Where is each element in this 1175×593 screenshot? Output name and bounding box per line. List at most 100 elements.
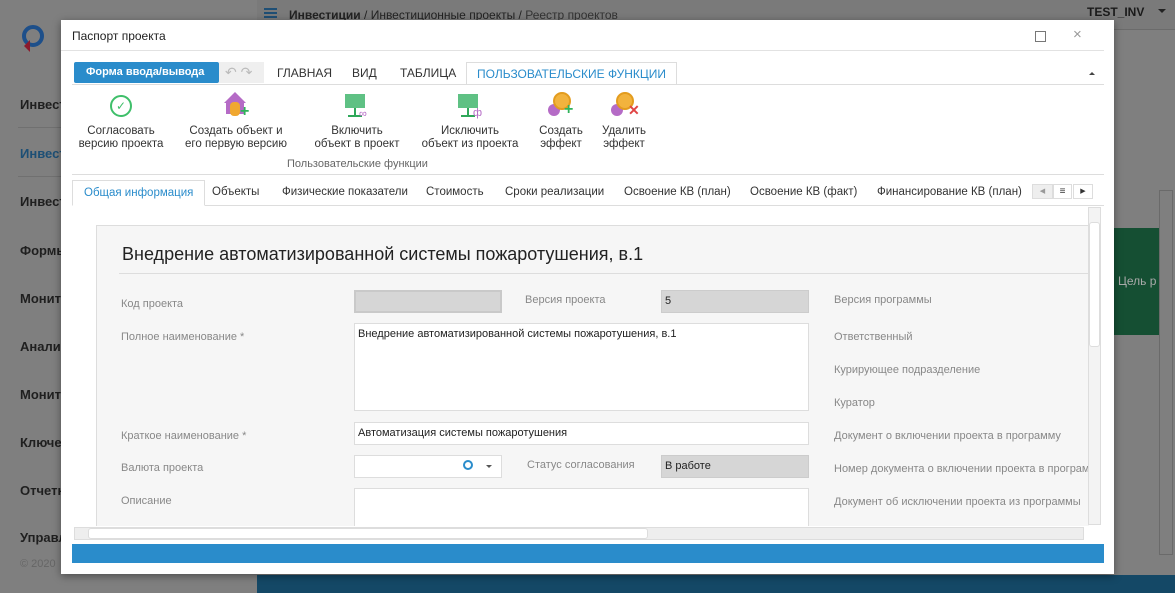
ribbon-tab-view[interactable]: ВИД [342,62,387,85]
ribbon-tab-home[interactable]: ГЛАВНАЯ [267,62,342,85]
include-object-button[interactable]: ∞ Включить объект в проект [307,90,407,151]
version-label: Версия проекта [525,294,606,306]
short-name-field[interactable]: Автоматизация системы пожаротушения [354,422,809,445]
board-link-icon: ∞ [343,92,371,120]
tabs-scroll-right[interactable]: ▶ [1073,184,1093,199]
sidebar-item-active[interactable]: Инвест [20,146,66,161]
form-io-label: Форма ввода/вывода [86,66,205,78]
horizontal-scrollbar[interactable] [74,527,1084,540]
tab-timeline[interactable]: Сроки реализации [494,180,615,206]
board-unlink-icon: ф [456,92,484,120]
code-label: Код проекта [121,298,184,310]
description-label: Описание [121,495,172,507]
logo-arrow [18,40,30,52]
description-textarea[interactable] [354,488,809,526]
background-scrollbar[interactable] [1159,190,1173,555]
sidebar-item[interactable]: Ключе [20,435,62,450]
sidebar-item[interactable]: Управл [20,530,67,545]
tabs-scroll-left[interactable]: ◀ [1032,184,1053,199]
scrollbar-thumb[interactable] [88,528,648,539]
form-io-button[interactable]: Форма ввода/вывода ▼ [74,62,219,98]
tab-general-info[interactable]: Общая информация [72,180,206,206]
card-text: Цель р [1118,274,1157,288]
currency-select[interactable] [354,455,502,478]
button-label: Создать [539,125,583,137]
create-effect-button[interactable]: + Создать эффект [535,90,587,151]
exclude-object-button[interactable]: ф Исключить объект из проекта [417,90,523,151]
background-card: Цель р [1114,228,1160,335]
maximize-button[interactable] [1035,31,1046,42]
button-label: Удалить [602,125,646,137]
right-label: Куратор [834,397,875,409]
project-passport-dialog: Паспорт проекта × Форма ввода/вывода ▼ ↶… [61,20,1114,574]
sidebar-item[interactable]: Инвест [20,97,66,112]
sidebar-item[interactable]: Инвест [20,194,66,209]
collapse-ribbon-icon[interactable] [1089,69,1095,75]
undo-redo-group: ↶ ↷ [219,62,264,83]
right-label: Ответственный [834,331,913,343]
button-label: объект из проекта [421,138,519,150]
ribbon-divider [72,84,1104,85]
background-footer [257,575,1175,593]
status-label: Статус согласования [527,459,635,471]
delete-effect-button[interactable]: ✕ Удалить эффект [598,90,650,151]
full-name-textarea[interactable]: Внедрение автоматизированной системы пож… [354,323,809,411]
right-label: Курирующее подразделение [834,364,981,376]
heading-divider [119,273,1089,274]
status-field[interactable]: В работе [661,455,809,478]
tab-cost[interactable]: Стоимость [415,180,495,206]
copyright: © 2020 [20,558,56,570]
button-label: объект в проект [314,138,400,150]
ribbon-tab-custom-functions[interactable]: ПОЛЬЗОВАТЕЛЬСКИЕ ФУНКЦИИ [466,62,677,85]
title-divider [61,50,1104,51]
coin-remove-icon: ✕ [610,92,640,120]
code-field[interactable] [354,290,502,313]
tab-financing-plan[interactable]: Финансирование КВ (план) [866,180,1033,206]
search-icon[interactable] [463,460,473,470]
tab-kv-plan[interactable]: Освоение КВ (план) [613,180,742,206]
dialog-title: Паспорт проекта [72,29,166,43]
right-label: Номер документа о включении проекта в пр… [834,463,1089,475]
right-label: Документ об исключении проекта из програ… [834,496,1081,508]
version-field[interactable]: 5 [661,290,809,313]
tabs-menu-icon[interactable]: ≡ [1053,184,1072,199]
sidebar-item[interactable]: Монит [20,291,61,306]
tab-physical-indicators[interactable]: Физические показатели [271,180,419,206]
redo-icon[interactable]: ↷ [241,64,253,80]
coin-add-icon: + [547,92,575,120]
sidebar-item[interactable]: Отчетн [20,483,65,498]
chevron-down-icon[interactable] [486,465,492,471]
button-label: версию проекта [78,138,164,150]
button-label: Включить [331,125,383,137]
button-label: его первую версию [185,138,287,150]
dialog-footer-bar [72,544,1104,563]
close-button[interactable]: × [1073,26,1082,43]
currency-label: Валюта проекта [121,462,204,474]
menu-icon[interactable] [264,8,277,18]
tab-kv-fact[interactable]: Освоение КВ (факт) [739,180,868,206]
ribbon-tab-table[interactable]: ТАБЛИЦА [390,62,466,85]
house-coins-add-icon: + [222,92,250,120]
form-heading: Внедрение автоматизированной системы пож… [122,244,644,264]
ribbon-bottom-divider [72,174,1104,175]
user-dropdown-icon[interactable] [1158,9,1166,17]
ribbon-group-label: Пользовательские функции [287,158,428,170]
form-viewport: Внедрение автоматизированной системы пож… [72,208,1089,526]
tab-objects[interactable]: Объекты [201,180,270,206]
scrollbar-thumb[interactable] [1089,222,1100,347]
button-label: Создать объект и [189,125,283,137]
button-label: эффект [603,138,645,150]
right-label: Версия программы [834,294,932,306]
check-circle-icon: ✓ [110,95,132,117]
sidebar-item[interactable]: Монит [20,387,61,402]
button-label: эффект [540,138,582,150]
full-name-label: Полное наименование * [121,331,245,343]
user-name[interactable]: TEST_INV [1087,5,1144,19]
create-object-button[interactable]: + Создать объект и его первую версию [181,90,291,151]
button-label: Исключить [441,125,499,137]
button-label: Согласовать [87,125,155,137]
right-label: Документ о включении проекта в программу [834,430,1061,442]
approve-version-button[interactable]: ✓ Согласовать версию проекта [75,90,167,151]
vertical-scrollbar[interactable] [1088,207,1101,525]
undo-icon[interactable]: ↶ [225,64,237,80]
